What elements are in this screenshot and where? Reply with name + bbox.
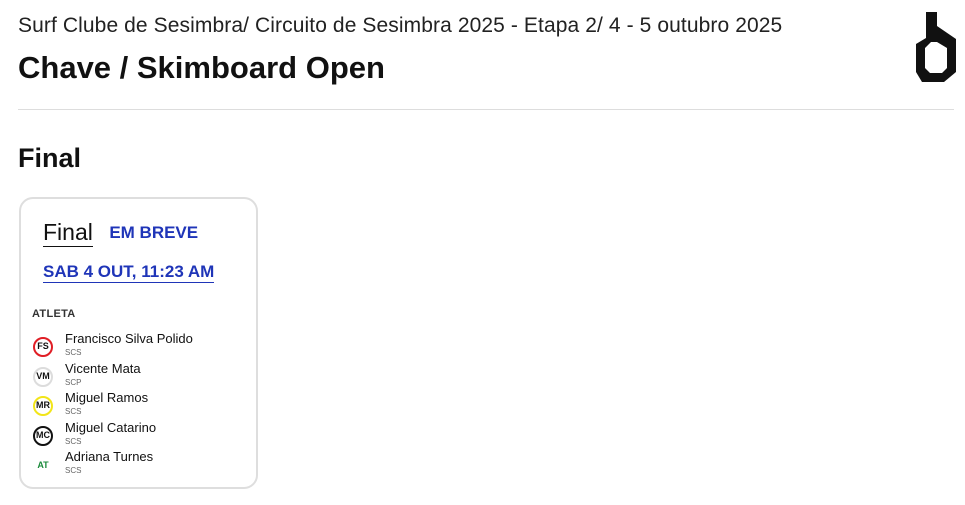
athlete-club: SCS [65, 407, 82, 416]
page-header: Surf Clube de Sesimbra/ Circuito de Sesi… [18, 12, 954, 88]
athlete-avatar: VM [33, 366, 53, 387]
heat-header: Final EM BREVE [43, 219, 198, 247]
heat-card[interactable]: Final EM BREVE SAB 4 OUT, 11:23 AM ATLET… [19, 197, 258, 489]
heat-time-link[interactable]: SAB 4 OUT, 11:23 AM [43, 262, 215, 283]
athlete-avatar: MC [33, 425, 53, 446]
brand-logo-icon[interactable] [916, 12, 962, 82]
athlete-column-header: ATLETA [32, 308, 76, 320]
athlete-club: SCS [65, 466, 82, 475]
athlete-avatar: MR [33, 396, 53, 416]
heat-status-badge: EM BREVE [109, 223, 199, 242]
athlete-name: Adriana Turnes [65, 449, 154, 464]
round-title: Final [18, 143, 82, 173]
athlete-name: Miguel Ramos [65, 390, 149, 405]
athlete-name: Vicente Mata [65, 360, 141, 376]
page-title: Chave / Skimboard Open [18, 50, 385, 85]
header-divider [18, 109, 954, 110]
athlete-club: SCS [65, 348, 82, 357]
athlete-name: Miguel Catarino [65, 419, 157, 435]
athlete-name: Francisco Silva Polido [65, 331, 193, 346]
athlete-avatar: FS [33, 337, 53, 357]
athlete-club: SCS [65, 436, 82, 446]
event-title: Surf Clube de Sesimbra/ Circuito de Sesi… [18, 14, 783, 37]
athlete-avatar: AT [37, 460, 49, 470]
athlete-club: SCP [65, 377, 82, 387]
heat-name-link[interactable]: Final [43, 219, 93, 247]
